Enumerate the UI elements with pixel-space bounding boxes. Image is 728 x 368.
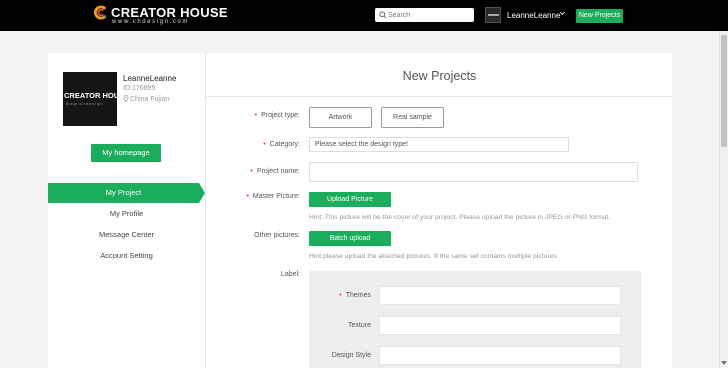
- category-select[interactable]: Please select the design type!: [309, 137, 569, 152]
- top-navigation-bar: CREATOR HOUSE www.chdesign.com LeanneLea…: [0, 0, 728, 31]
- avatar-logo-text: CREATOR HOUSE: [64, 91, 117, 100]
- required-marker: •: [246, 193, 249, 200]
- user-name[interactable]: LeanneLeanne: [507, 11, 560, 20]
- page-title: New Projects: [206, 53, 673, 97]
- logo[interactable]: CREATOR HOUSE www.chdesign.com: [93, 5, 228, 27]
- search-input[interactable]: [388, 9, 472, 21]
- sidebar-item-account-setting[interactable]: Account Setting: [48, 246, 205, 266]
- label-panel: • Themes Texture Design Style: [309, 271, 641, 368]
- category-label: • Category:: [263, 141, 300, 148]
- project-type-artwork-button[interactable]: Artwork: [309, 107, 372, 128]
- sidebar-item-message-center[interactable]: Message Center: [48, 225, 205, 245]
- user-avatar[interactable]: [485, 7, 501, 23]
- profile-avatar[interactable]: CREATOR HOUSE www.chdesign: [63, 72, 117, 126]
- logo-title: CREATOR HOUSE: [111, 5, 228, 20]
- sidebar-item-my-project[interactable]: My Project: [48, 183, 205, 203]
- master-picture-label: • Master Picture:: [246, 193, 300, 200]
- location-pin-icon: [123, 95, 129, 102]
- other-pictures-hint: Hint:please upload the attached pictures…: [309, 253, 559, 260]
- themes-input[interactable]: [379, 286, 621, 305]
- label-section-label: Label:: [280, 271, 300, 278]
- search-icon: [379, 11, 387, 19]
- project-type-label: • Project type:: [254, 112, 300, 119]
- required-marker: •: [263, 141, 266, 148]
- batch-upload-button[interactable]: Batch upload: [309, 231, 391, 246]
- avatar-logo-subtext: www.chdesign: [66, 101, 104, 106]
- texture-input[interactable]: [379, 316, 621, 335]
- other-pictures-label: Other pictures:: [254, 232, 300, 239]
- themes-label: • Themes: [339, 292, 371, 299]
- logo-mark-icon: [93, 5, 107, 20]
- logo-subtitle: www.chdesign.com: [112, 19, 189, 25]
- master-picture-hint: Hint: This picture will be the cover of …: [309, 214, 611, 221]
- sidebar-item-my-profile[interactable]: My Profile: [48, 204, 205, 224]
- scrollbar-thumb[interactable]: [721, 35, 727, 147]
- profile-location-text: China Fujian: [130, 96, 170, 103]
- project-name-label: • Project name:: [250, 168, 300, 175]
- project-name-input[interactable]: [309, 162, 638, 182]
- profile-id: ID:176895: [123, 85, 156, 92]
- scroll-down-arrow-icon[interactable]: [721, 361, 727, 366]
- new-projects-button[interactable]: New Projects: [576, 9, 623, 23]
- sidebar: CREATOR HOUSE www.chdesign LeanneLeanne …: [48, 53, 205, 368]
- design-style-input[interactable]: [379, 346, 621, 365]
- chevron-down-icon[interactable]: [559, 10, 566, 17]
- texture-label: Texture: [348, 322, 371, 329]
- profile-location: China Fujian: [123, 95, 169, 103]
- page-scrollbar[interactable]: [719, 31, 728, 368]
- my-homepage-button[interactable]: My homepage: [91, 144, 161, 162]
- required-marker: •: [339, 292, 342, 299]
- required-marker: •: [250, 168, 253, 175]
- design-style-label: Design Style: [331, 352, 371, 359]
- required-marker: •: [254, 112, 258, 119]
- project-type-real-sample-button[interactable]: Real sample: [381, 107, 444, 128]
- upload-picture-button[interactable]: Upload Picture: [309, 192, 391, 207]
- profile-name: LeanneLeanne: [123, 74, 177, 83]
- search-box[interactable]: [375, 8, 474, 22]
- new-project-form-panel: New Projects • Project type: Artwork Real…: [205, 53, 673, 368]
